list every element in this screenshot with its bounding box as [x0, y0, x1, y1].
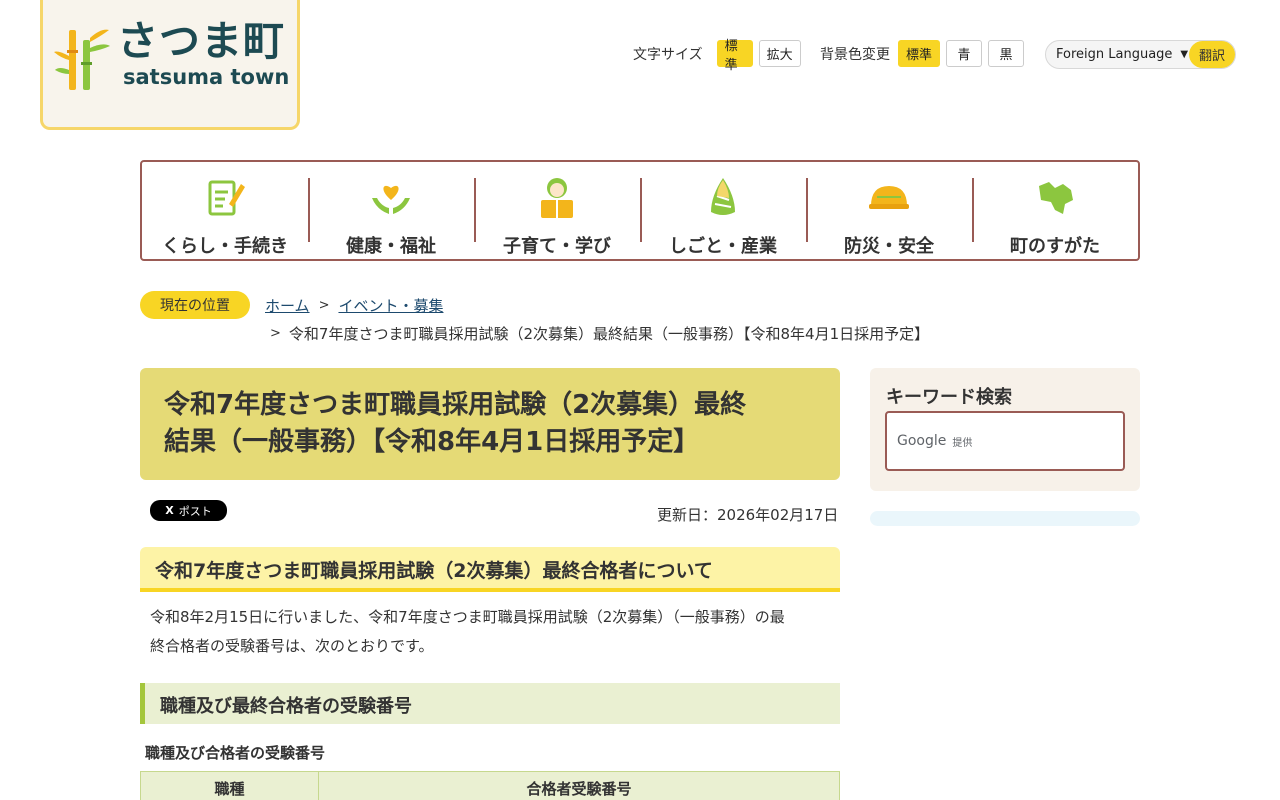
nav-label: 健康・福祉	[346, 236, 436, 257]
bg-color-switcher: 背景色変更 標準 青 黒	[820, 40, 1024, 67]
breadcrumb-current: 令和7年度さつま町職員採用試験（2次募集）最終結果（一般事務）【令和8年4月1日…	[288, 325, 930, 343]
paragraph-line-1: 令和8年2月15日に行いました、令和7年度さつま町職員採用試験（2次募集）（一般…	[150, 608, 785, 626]
search-title: キーワード検索	[886, 387, 1012, 408]
font-size-standard-button[interactable]: 標準	[716, 39, 753, 73]
x-logo-icon: X	[165, 504, 174, 517]
table-header-job: 職種	[140, 771, 319, 800]
google-brand: Google	[897, 433, 947, 449]
updated-date: 更新日：2026年02月17日	[657, 506, 839, 524]
table-header-row: 職種 合格者受験番号	[140, 771, 840, 800]
font-size-large-button[interactable]: 拡大	[758, 40, 801, 67]
results-table: 職種 合格者受験番号	[140, 771, 840, 800]
bg-standard-button[interactable]: 標準	[898, 40, 940, 67]
bg-blue-button[interactable]: 青	[946, 40, 982, 67]
breadcrumb-events-link[interactable]: イベント・募集	[338, 295, 443, 316]
paragraph-line-2: 終合格者の受験番号は、次のとおりです。	[150, 637, 434, 655]
sub-heading: 職種及び最終合格者の受験番号	[160, 696, 412, 717]
chevron-right-icon: >	[318, 298, 330, 313]
breadcrumb: ホーム > イベント・募集	[265, 295, 443, 316]
breadcrumb-badge: 現在の位置	[140, 291, 250, 319]
x-post-button[interactable]: X ポスト	[150, 500, 227, 521]
chevron-right-icon: >	[270, 326, 281, 341]
section-heading-box: 令和7年度さつま町職員採用試験（2次募集）最終合格者について	[140, 547, 840, 592]
nav-item-health[interactable]: 健康・福祉	[308, 162, 474, 259]
keyword-search-panel: キーワード検索 Google 提供	[870, 368, 1140, 491]
breadcrumb-home-link[interactable]: ホーム	[265, 295, 310, 316]
google-provided-label: 提供	[952, 437, 973, 449]
heart-hands-icon	[372, 185, 410, 214]
body-paragraph: 令和8年2月15日に行いました、令和7年度さつま町職員採用試験（2次募集）（一般…	[150, 603, 835, 661]
bamboo-shoot-icon	[711, 178, 735, 215]
nav-label: 防災・安全	[844, 236, 934, 257]
bamboo-logo-icon	[54, 29, 110, 90]
town-map-icon	[1039, 182, 1073, 214]
nav-label: しごと・産業	[669, 236, 777, 257]
logo-text-en: satsuma town	[123, 65, 290, 89]
nav-label: くらし・手続き	[162, 236, 288, 257]
font-size-switcher: 文字サイズ 標準 拡大	[633, 39, 801, 73]
chevron-down-icon: ▼	[1180, 49, 1189, 60]
page-title-box: 令和7年度さつま町職員採用試験（2次募集）最終 結果（一般事務）【令和8年4月1…	[140, 368, 840, 480]
nav-item-living[interactable]: くらし・手続き	[142, 162, 308, 259]
language-select-label[interactable]: Foreign Language	[1046, 47, 1172, 62]
page-title-line-1: 令和7年度さつま町職員採用試験（2次募集）最終	[164, 390, 747, 420]
breadcrumb-current-row: > 令和7年度さつま町職員採用試験（2次募集）最終結果（一般事務）【令和8年4月…	[270, 323, 929, 344]
translate-button[interactable]: 翻訳	[1189, 41, 1235, 68]
nav-label: 町のすがた	[1010, 236, 1100, 257]
table-caption: 職種及び合格者の受験番号	[145, 744, 326, 762]
global-nav: くらし・手続き 健康・福祉 子育て・学び しごと・産業 防災・安全 町のすがた	[140, 160, 1140, 261]
nav-item-childcare[interactable]: 子育て・学び	[474, 162, 640, 259]
nav-item-work[interactable]: しごと・産業	[640, 162, 806, 259]
bg-black-button[interactable]: 黒	[988, 40, 1024, 67]
document-pen-icon	[208, 180, 245, 216]
nav-item-town[interactable]: 町のすがた	[972, 162, 1138, 259]
nav-item-disaster[interactable]: 防災・安全	[806, 162, 972, 259]
search-input[interactable]: Google 提供	[885, 411, 1125, 471]
nav-label: 子育て・学び	[503, 236, 611, 257]
sub-heading-box: 職種及び最終合格者の受験番号	[140, 683, 840, 724]
font-size-label: 文字サイズ	[633, 46, 703, 63]
post-label: ポスト	[178, 504, 212, 518]
page-title-line-2: 結果（一般事務）【令和8年4月1日採用予定】	[164, 427, 700, 457]
child-reading-icon	[541, 178, 573, 218]
bg-color-label: 背景色変更	[820, 46, 890, 63]
section-heading: 令和7年度さつま町職員採用試験（2次募集）最終合格者について	[155, 560, 713, 582]
language-selector[interactable]: Foreign Language ▼ 翻訳	[1045, 40, 1236, 69]
sidebar-banner-strip	[870, 511, 1140, 526]
logo-text-jp: さつま町	[117, 17, 285, 65]
helmet-icon	[869, 186, 909, 209]
site-logo[interactable]: さつま町 satsuma town	[40, 0, 300, 130]
table-header-number: 合格者受験番号	[318, 771, 840, 800]
